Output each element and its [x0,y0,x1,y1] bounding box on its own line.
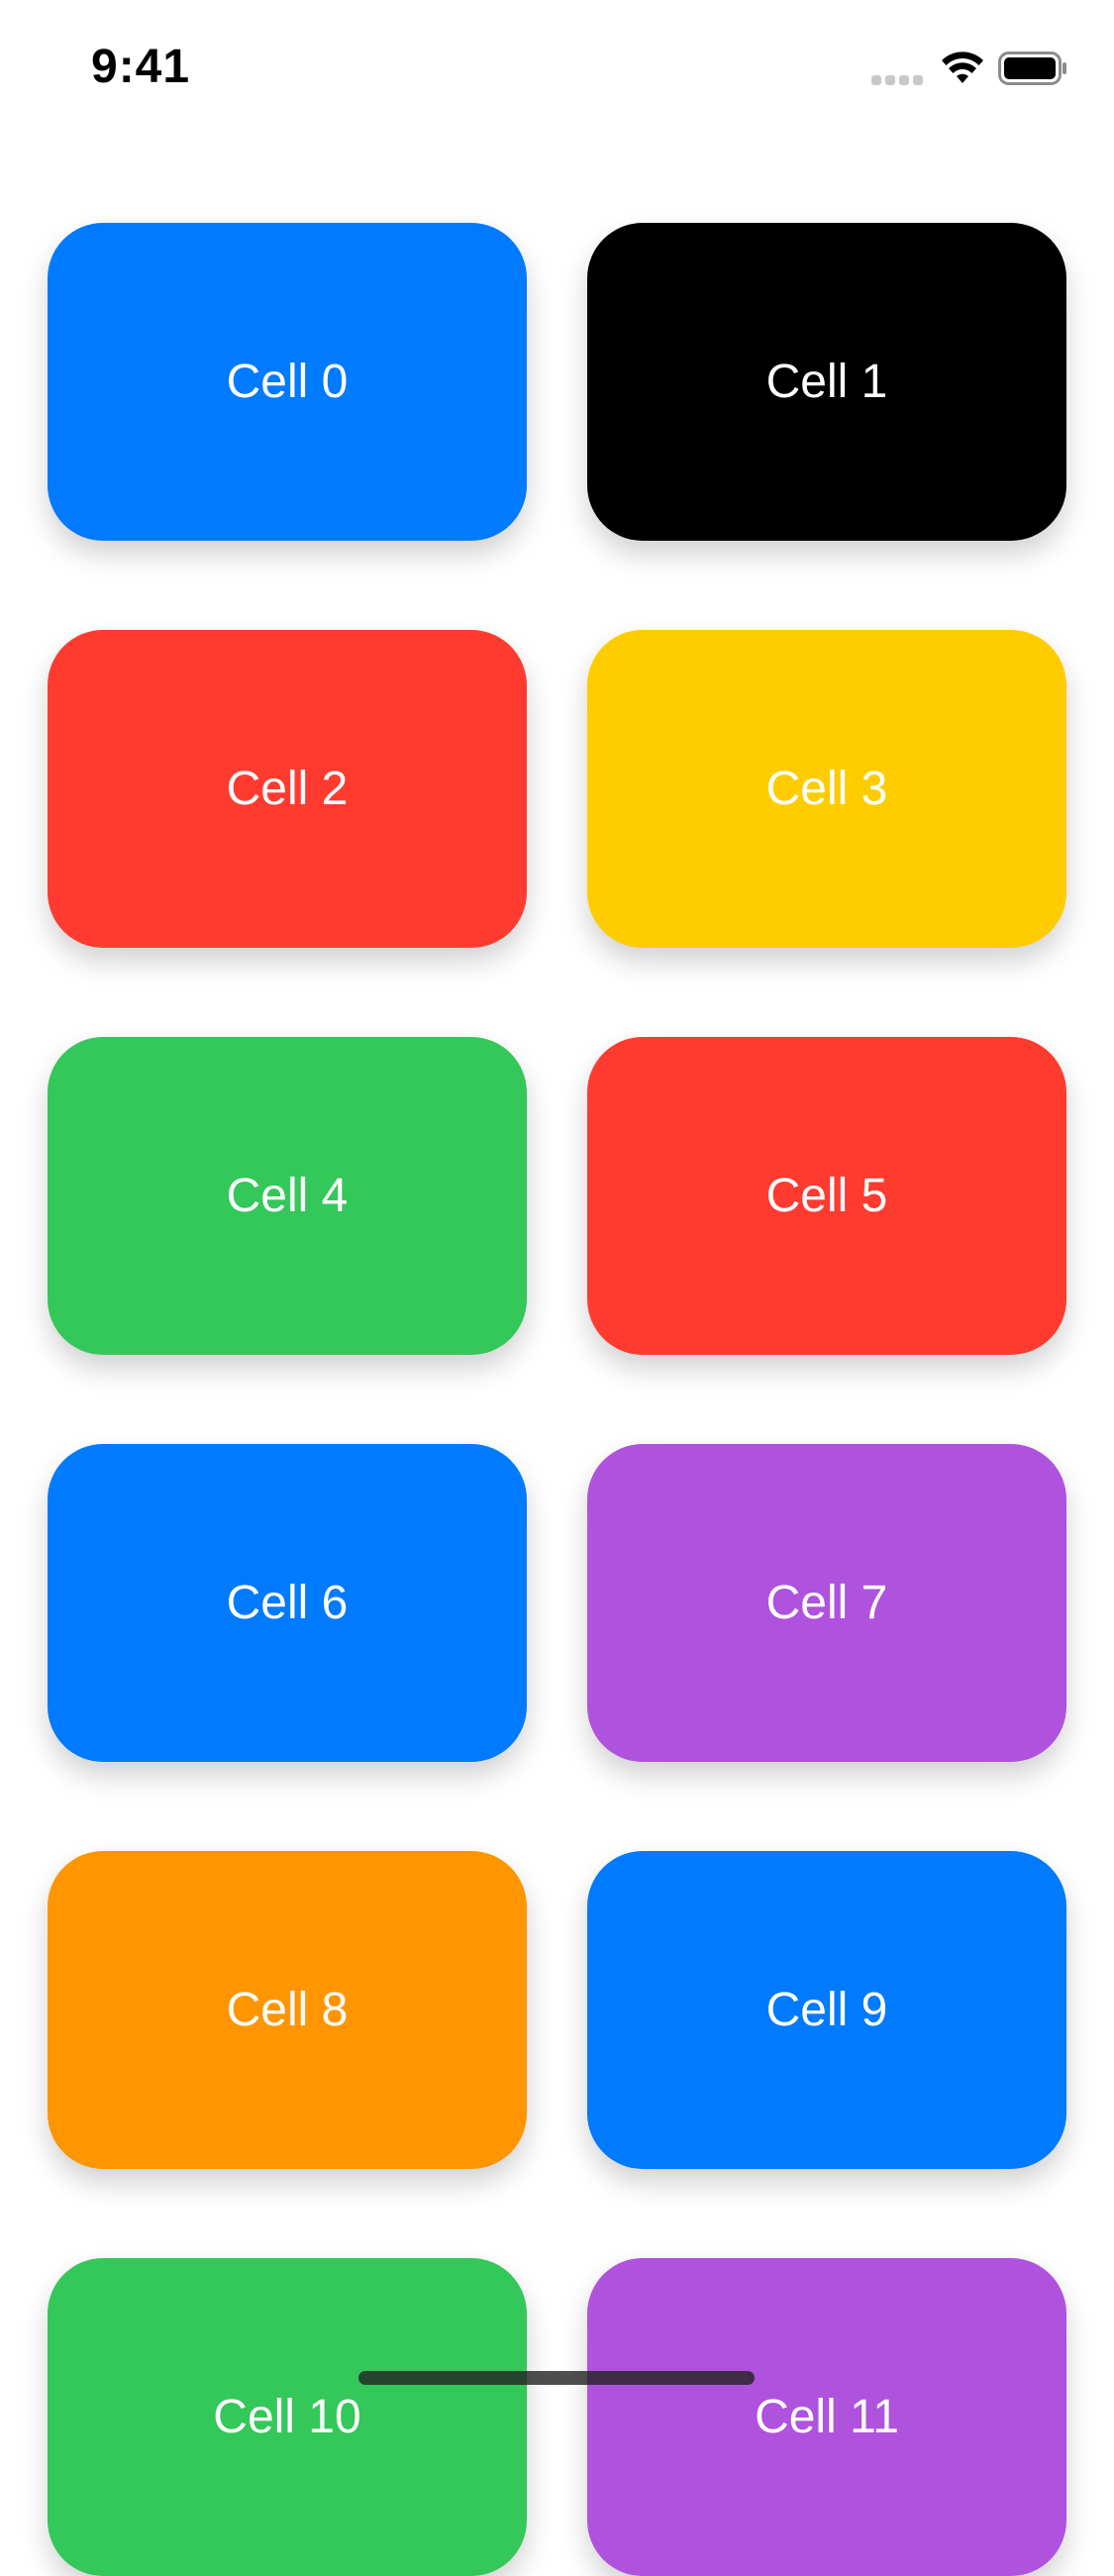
cell-label: Cell 10 [213,2391,361,2443]
cell-label: Cell 0 [226,356,349,408]
grid-cell[interactable]: Cell 3 [587,630,1066,948]
grid-cell[interactable]: Cell 8 [48,1851,527,2169]
battery-icon [998,52,1066,85]
grid-cell[interactable]: Cell 0 [48,223,527,541]
grid-cell[interactable]: Cell 7 [587,1444,1066,1762]
grid-cell[interactable]: Cell 2 [48,630,527,948]
cell-label: Cell 11 [755,2391,899,2443]
wifi-icon [942,52,983,83]
cell-grid: Cell 0 Cell 1 Cell 2 Cell 3 Cell 4 Cell … [48,223,1066,2576]
grid-cell[interactable]: Cell 5 [587,1037,1066,1355]
cell-label: Cell 2 [226,763,349,815]
cell-label: Cell 1 [765,356,888,408]
cell-label: Cell 3 [765,763,888,815]
grid-cell[interactable]: Cell 9 [587,1851,1066,2169]
grid-cell[interactable]: Cell 11 [587,2258,1066,2576]
grid-cell[interactable]: Cell 4 [48,1037,527,1355]
cell-label: Cell 9 [765,1984,888,2036]
status-time: 9:41 [91,41,191,93]
status-bar: 9:41 [0,0,1114,131]
cell-label: Cell 8 [226,1984,349,2036]
home-indicator[interactable] [358,2371,755,2385]
grid-cell[interactable]: Cell 6 [48,1444,527,1762]
cell-label: Cell 6 [226,1577,349,1629]
cell-label: Cell 5 [765,1170,888,1222]
grid-cell[interactable]: Cell 1 [587,223,1066,541]
cellular-signal-icon [871,73,925,85]
cell-label: Cell 4 [226,1170,349,1222]
cell-label: Cell 7 [765,1577,888,1629]
grid-cell[interactable]: Cell 10 [48,2258,527,2576]
